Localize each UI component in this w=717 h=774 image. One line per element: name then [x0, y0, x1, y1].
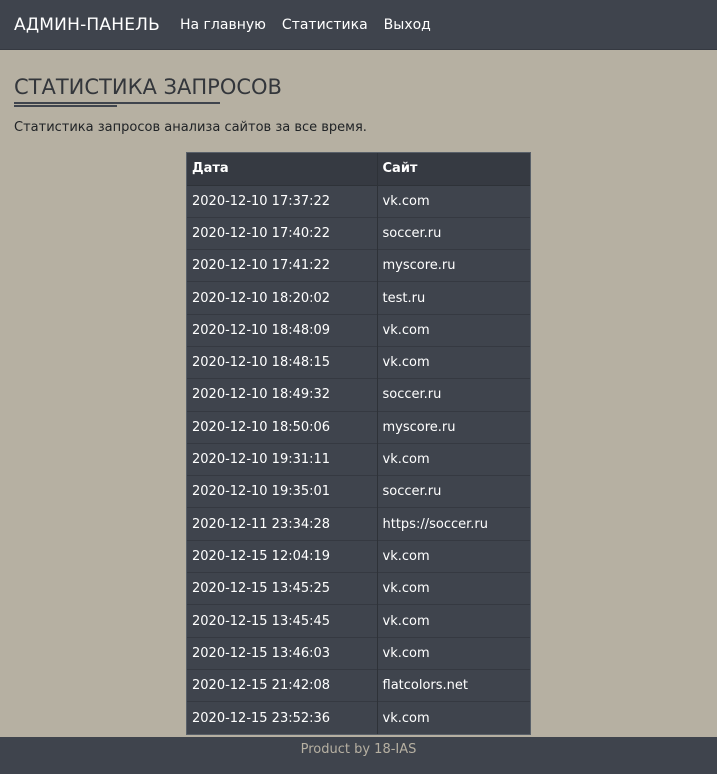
date-cell: 2020-12-15 13:45:25	[187, 572, 378, 605]
brand-title[interactable]: АДМИН-ПАНЕЛЬ	[14, 15, 160, 35]
date-cell: 2020-12-10 18:49:32	[187, 378, 378, 412]
site-cell: flatcolors.net	[377, 668, 530, 702]
date-cell: 2020-12-10 17:40:22	[187, 216, 378, 250]
statistics-table: Дата Сайт 2020-12-10 17:37:22 vk.com 2020-…	[187, 153, 530, 735]
title-accent-underline	[14, 105, 117, 107]
site-cell: vk.com	[377, 184, 530, 218]
table-row: 2020-12-15 13:45:45 vk.com	[187, 604, 530, 638]
table-row: 2020-12-10 18:50:06 myscore.ru	[187, 410, 530, 444]
nav-logout-link[interactable]: Выход	[384, 17, 431, 33]
table-row: 2020-12-15 23:52:36 vk.com	[187, 701, 530, 735]
table-row: 2020-12-11 23:34:28 https://soccer.ru	[187, 507, 530, 541]
date-cell: 2020-12-10 18:50:06	[187, 410, 378, 444]
site-cell: soccer.ru	[377, 378, 530, 412]
title-underline	[14, 102, 220, 104]
date-cell: 2020-12-10 18:48:15	[187, 345, 378, 379]
date-cell: 2020-12-10 19:31:11	[187, 442, 378, 476]
table-row: 2020-12-15 13:45:25 vk.com	[187, 572, 530, 605]
table-row: 2020-12-10 18:20:02 test.ru	[187, 281, 530, 315]
nav-home-link[interactable]: На главную	[180, 17, 266, 33]
table-row: 2020-12-10 18:48:15 vk.com	[187, 345, 530, 379]
date-cell: 2020-12-10 17:41:22	[187, 249, 378, 282]
table-row: 2020-12-15 13:46:03 vk.com	[187, 636, 530, 670]
table-row: 2020-12-10 17:40:22 soccer.ru	[187, 216, 530, 250]
table-row: 2020-12-15 12:04:19 vk.com	[187, 539, 530, 573]
site-cell: vk.com	[377, 636, 530, 670]
date-cell: 2020-12-10 18:20:02	[187, 281, 378, 315]
top-navbar: АДМИН-ПАНЕЛЬ На главную Статистика Выход	[0, 0, 717, 50]
site-cell: soccer.ru	[377, 475, 530, 508]
site-cell: vk.com	[377, 345, 530, 379]
date-cell: 2020-12-11 23:34:28	[187, 507, 378, 541]
site-cell: test.ru	[377, 281, 530, 315]
table-row: 2020-12-10 17:41:22 myscore.ru	[187, 249, 530, 282]
date-cell: 2020-12-10 17:37:22	[187, 184, 378, 218]
site-column-header: Сайт	[377, 153, 530, 186]
footer: Product by 18-IAS	[0, 737, 717, 774]
date-cell: 2020-12-15 21:42:08	[187, 668, 378, 702]
table-row: 2020-12-10 19:31:11 vk.com	[187, 442, 530, 476]
site-cell: vk.com	[377, 572, 530, 605]
site-cell: vk.com	[377, 539, 530, 573]
date-cell: 2020-12-10 19:35:01	[187, 475, 378, 508]
date-cell: 2020-12-10 18:48:09	[187, 313, 378, 347]
site-cell: soccer.ru	[377, 216, 530, 250]
site-cell: vk.com	[377, 442, 530, 476]
statistics-table-container: Дата Сайт 2020-12-10 17:37:22 vk.com 2020-…	[186, 152, 531, 736]
date-column-header: Дата	[187, 153, 378, 186]
page-title: СТАТИСТИКА ЗАПРОСОВ	[14, 75, 282, 99]
table-header-row: Дата Сайт	[187, 153, 530, 186]
date-cell: 2020-12-15 12:04:19	[187, 539, 378, 573]
table-row: 2020-12-10 19:35:01 soccer.ru	[187, 475, 530, 508]
date-cell: 2020-12-15 13:45:45	[187, 604, 378, 638]
site-cell: myscore.ru	[377, 410, 530, 444]
site-cell: vk.com	[377, 604, 530, 638]
site-cell: vk.com	[377, 313, 530, 347]
footer-text: Product by 18-IAS	[300, 742, 417, 757]
main-content: СТАТИСТИКА ЗАПРОСОВ Статистика запросов …	[14, 50, 703, 135]
table-row: 2020-12-10 17:37:22 vk.com	[187, 184, 530, 218]
table-row: 2020-12-10 18:48:09 vk.com	[187, 313, 530, 347]
page-description: Статистика запросов анализа сайтов за вс…	[14, 120, 367, 135]
site-cell: vk.com	[377, 701, 530, 735]
table-body: 2020-12-10 17:37:22 vk.com 2020-12-10 17:4…	[187, 184, 530, 735]
nav-statistics-link[interactable]: Статистика	[282, 17, 368, 33]
site-cell: https://soccer.ru	[377, 507, 530, 541]
date-cell: 2020-12-15 23:52:36	[187, 701, 378, 735]
table-row: 2020-12-15 21:42:08 flatcolors.net	[187, 668, 530, 702]
date-cell: 2020-12-15 13:46:03	[187, 636, 378, 670]
table-row: 2020-12-10 18:49:32 soccer.ru	[187, 378, 530, 412]
site-cell: myscore.ru	[377, 249, 530, 282]
